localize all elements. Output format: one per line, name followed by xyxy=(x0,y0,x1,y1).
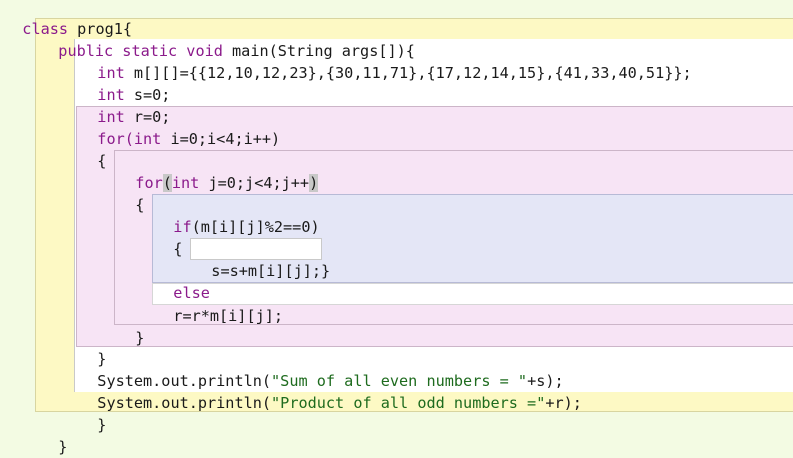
code-line-19[interactable]: } xyxy=(79,392,106,434)
code-line-13[interactable]: else xyxy=(155,260,210,302)
keyword: int xyxy=(171,174,200,192)
code-text: r=r*m[i][j]; xyxy=(173,307,284,325)
code-line-14[interactable]: r=r*m[i][j]; xyxy=(155,283,283,325)
code-line-9[interactable]: { xyxy=(117,172,144,214)
code-line-5[interactable]: int r=0; xyxy=(79,84,170,126)
code-text: { xyxy=(97,152,107,170)
code-text: (m[i][j]%2==0) xyxy=(191,218,320,236)
code-text: m[][]={{12,10,12,23},{30,11,71},{17,12,1… xyxy=(124,64,692,82)
code-line-20[interactable]: } xyxy=(40,414,67,456)
matched-paren-open: ( xyxy=(162,174,172,192)
code-text: j=0;j<4;j++ xyxy=(199,174,310,192)
code-line-17[interactable]: System.out.println("Sum of all even numb… xyxy=(79,348,563,390)
code-text: +r); xyxy=(545,394,582,412)
code-line-4[interactable]: int s=0; xyxy=(79,62,170,104)
code-line-7[interactable]: { xyxy=(79,128,106,170)
code-line-3[interactable]: int m[][]={{12,10,12,23},{30,11,71},{17,… xyxy=(79,40,691,82)
code-text: i=0;i<4;i++) xyxy=(161,130,281,148)
code-text: } xyxy=(135,329,145,347)
code-text: } xyxy=(97,416,107,434)
code-text: { xyxy=(135,196,145,214)
keyword: for(int xyxy=(97,130,162,148)
code-line-8[interactable]: for(int j=0;j<4;j++) xyxy=(117,150,319,192)
code-line-15[interactable]: } xyxy=(117,305,144,347)
code-line-6[interactable]: for(int i=0;i<4;i++) xyxy=(79,106,280,148)
code-line-18[interactable]: System.out.println("Product of all odd n… xyxy=(79,370,582,412)
code-text: { xyxy=(173,240,183,258)
matched-paren-close: ) xyxy=(309,174,319,192)
code-text: s=s+m[i][j];} xyxy=(211,262,331,280)
code-line-12[interactable]: s=s+m[i][j];} xyxy=(193,238,330,280)
code-text: System.out.println( xyxy=(97,394,272,412)
code-line-1[interactable]: class prog1{ xyxy=(4,0,132,38)
code-text: } xyxy=(58,438,68,456)
code-line-2[interactable]: public static void main(String args[]){ xyxy=(40,18,415,60)
code-line-11[interactable]: { xyxy=(155,216,182,258)
code-line-10[interactable]: if(m[i][j]%2==0) xyxy=(155,194,319,236)
code-line-16[interactable]: } xyxy=(79,326,106,368)
string-literal: "Product of all odd numbers =" xyxy=(271,394,546,412)
